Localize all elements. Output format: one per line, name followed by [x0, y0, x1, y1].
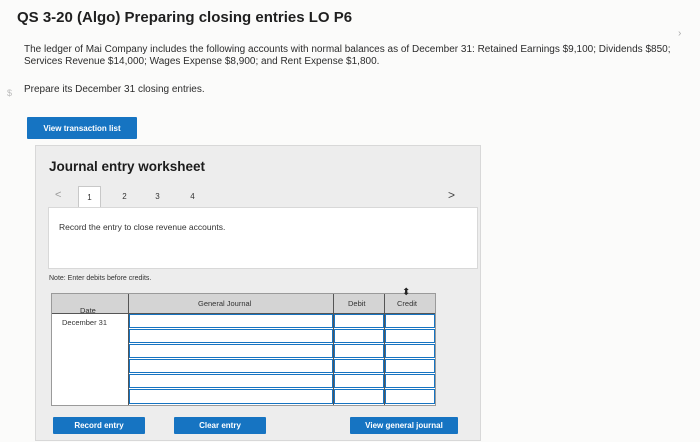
- credit-input[interactable]: [385, 374, 435, 388]
- record-entry-button[interactable]: Record entry: [53, 417, 145, 434]
- column-header-debit: Debit: [348, 299, 366, 308]
- view-general-journal-button[interactable]: View general journal: [350, 417, 458, 434]
- date-cell: December 31: [62, 318, 108, 327]
- tab-3[interactable]: 3: [146, 186, 169, 207]
- credit-input[interactable]: [385, 329, 435, 343]
- clear-entry-button[interactable]: Clear entry: [174, 417, 266, 434]
- column-header-date: Date: [80, 306, 96, 315]
- margin-mark-icon: $: [7, 88, 13, 98]
- tab-4[interactable]: 4: [181, 186, 204, 207]
- chevron-right-icon: ›: [678, 28, 682, 39]
- instruction-box: Record the entry to close revenue accoun…: [48, 207, 478, 269]
- account-input[interactable]: [129, 374, 333, 388]
- credit-input[interactable]: [385, 359, 435, 373]
- debit-input[interactable]: [334, 389, 384, 404]
- credit-input[interactable]: [385, 344, 435, 358]
- column-header-credit: Credit: [397, 299, 418, 308]
- account-input[interactable]: [129, 344, 333, 358]
- account-input[interactable]: [129, 389, 333, 404]
- chevron-left-icon[interactable]: <: [55, 189, 61, 201]
- worksheet-title: Journal entry worksheet: [49, 159, 206, 174]
- tab-1[interactable]: 1: [78, 186, 101, 207]
- account-input[interactable]: [129, 329, 333, 343]
- debit-input[interactable]: [334, 314, 384, 328]
- debit-input[interactable]: [334, 374, 384, 388]
- account-input[interactable]: [129, 359, 333, 373]
- tab-2[interactable]: 2: [113, 186, 136, 207]
- view-transaction-list-button[interactable]: View transaction list: [27, 117, 137, 139]
- problem-text: The ledger of Mai Company includes the f…: [24, 44, 671, 67]
- credit-input[interactable]: [385, 389, 435, 404]
- debit-input[interactable]: [334, 329, 384, 343]
- worksheet-tabs: < 1 2 3 4 >: [48, 186, 473, 207]
- credit-input[interactable]: [385, 314, 435, 328]
- page-title: QS 3-20 (Algo) Preparing closing entries…: [17, 9, 353, 26]
- note-text: Note: Enter debits before credits.: [49, 275, 152, 282]
- journal-table: Date General Journal Debit Credit Decemb…: [51, 293, 436, 406]
- problem-prompt: Prepare its December 31 closing entries.: [24, 84, 205, 95]
- debit-input[interactable]: [334, 344, 384, 358]
- instruction-text: Record the entry to close revenue accoun…: [59, 222, 226, 232]
- journal-entry-worksheet: Journal entry worksheet < 1 2 3 4 > Reco…: [35, 145, 481, 441]
- column-header-general-journal: General Journal: [198, 299, 252, 308]
- debit-input[interactable]: [334, 359, 384, 373]
- account-input[interactable]: [129, 314, 333, 328]
- mouse-cursor-icon: ⬍: [402, 287, 411, 298]
- chevron-right-icon[interactable]: >: [448, 188, 455, 202]
